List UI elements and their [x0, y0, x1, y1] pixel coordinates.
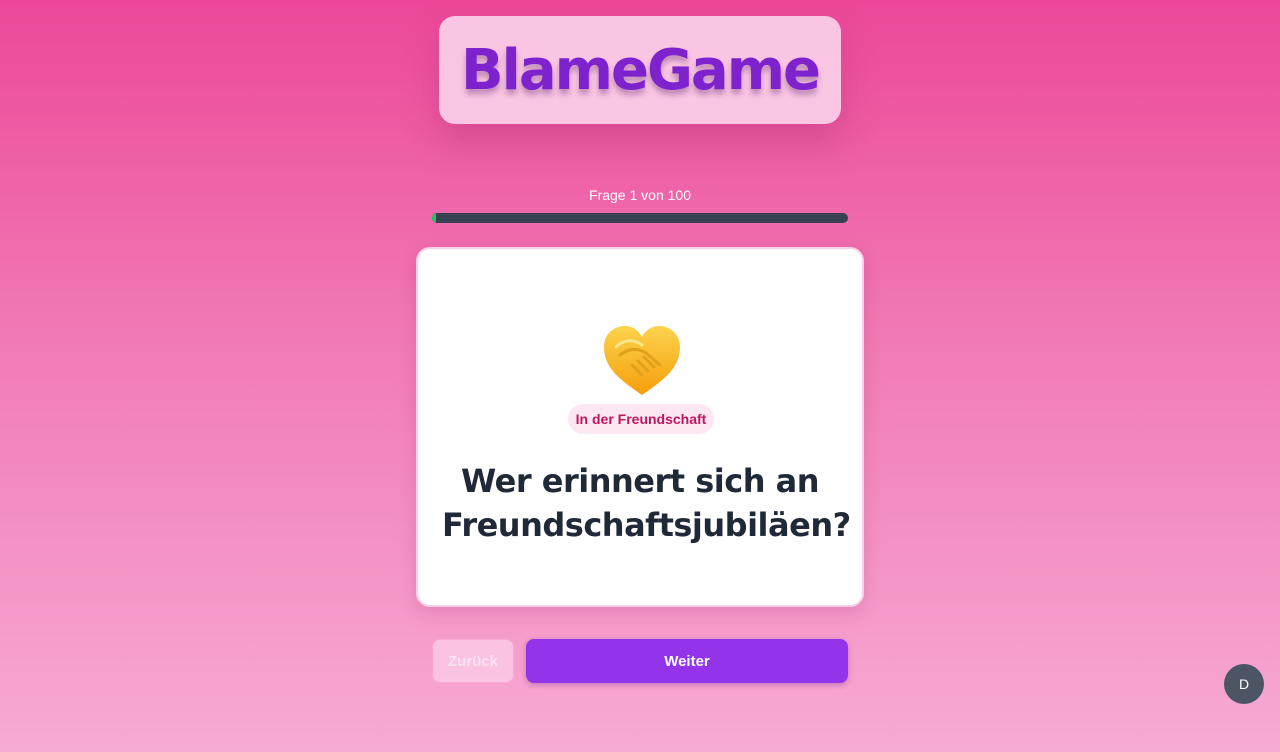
- app-logo: BlameGame: [460, 37, 821, 103]
- logo-card: BlameGame: [439, 16, 841, 124]
- progress-bar: [432, 213, 848, 223]
- progress-fill: [432, 213, 437, 223]
- handshake-heart-icon: [602, 325, 682, 397]
- category-badge: In der Freundschaft: [568, 404, 714, 434]
- progress-label: Frage 1 von 100: [589, 187, 691, 203]
- question-text: Wer erinnert sich an Freundschaftsjubilä…: [442, 459, 851, 547]
- back-button[interactable]: Zurück: [432, 639, 514, 683]
- user-avatar[interactable]: D: [1224, 664, 1264, 704]
- question-card: In der Freundschaft Wer erinnert sich an…: [416, 247, 864, 607]
- question-line-1: Wer erinnert sich an: [461, 462, 820, 500]
- next-button[interactable]: Weiter: [526, 639, 848, 683]
- question-line-2: Freundschaftsjubiläen?: [442, 506, 851, 544]
